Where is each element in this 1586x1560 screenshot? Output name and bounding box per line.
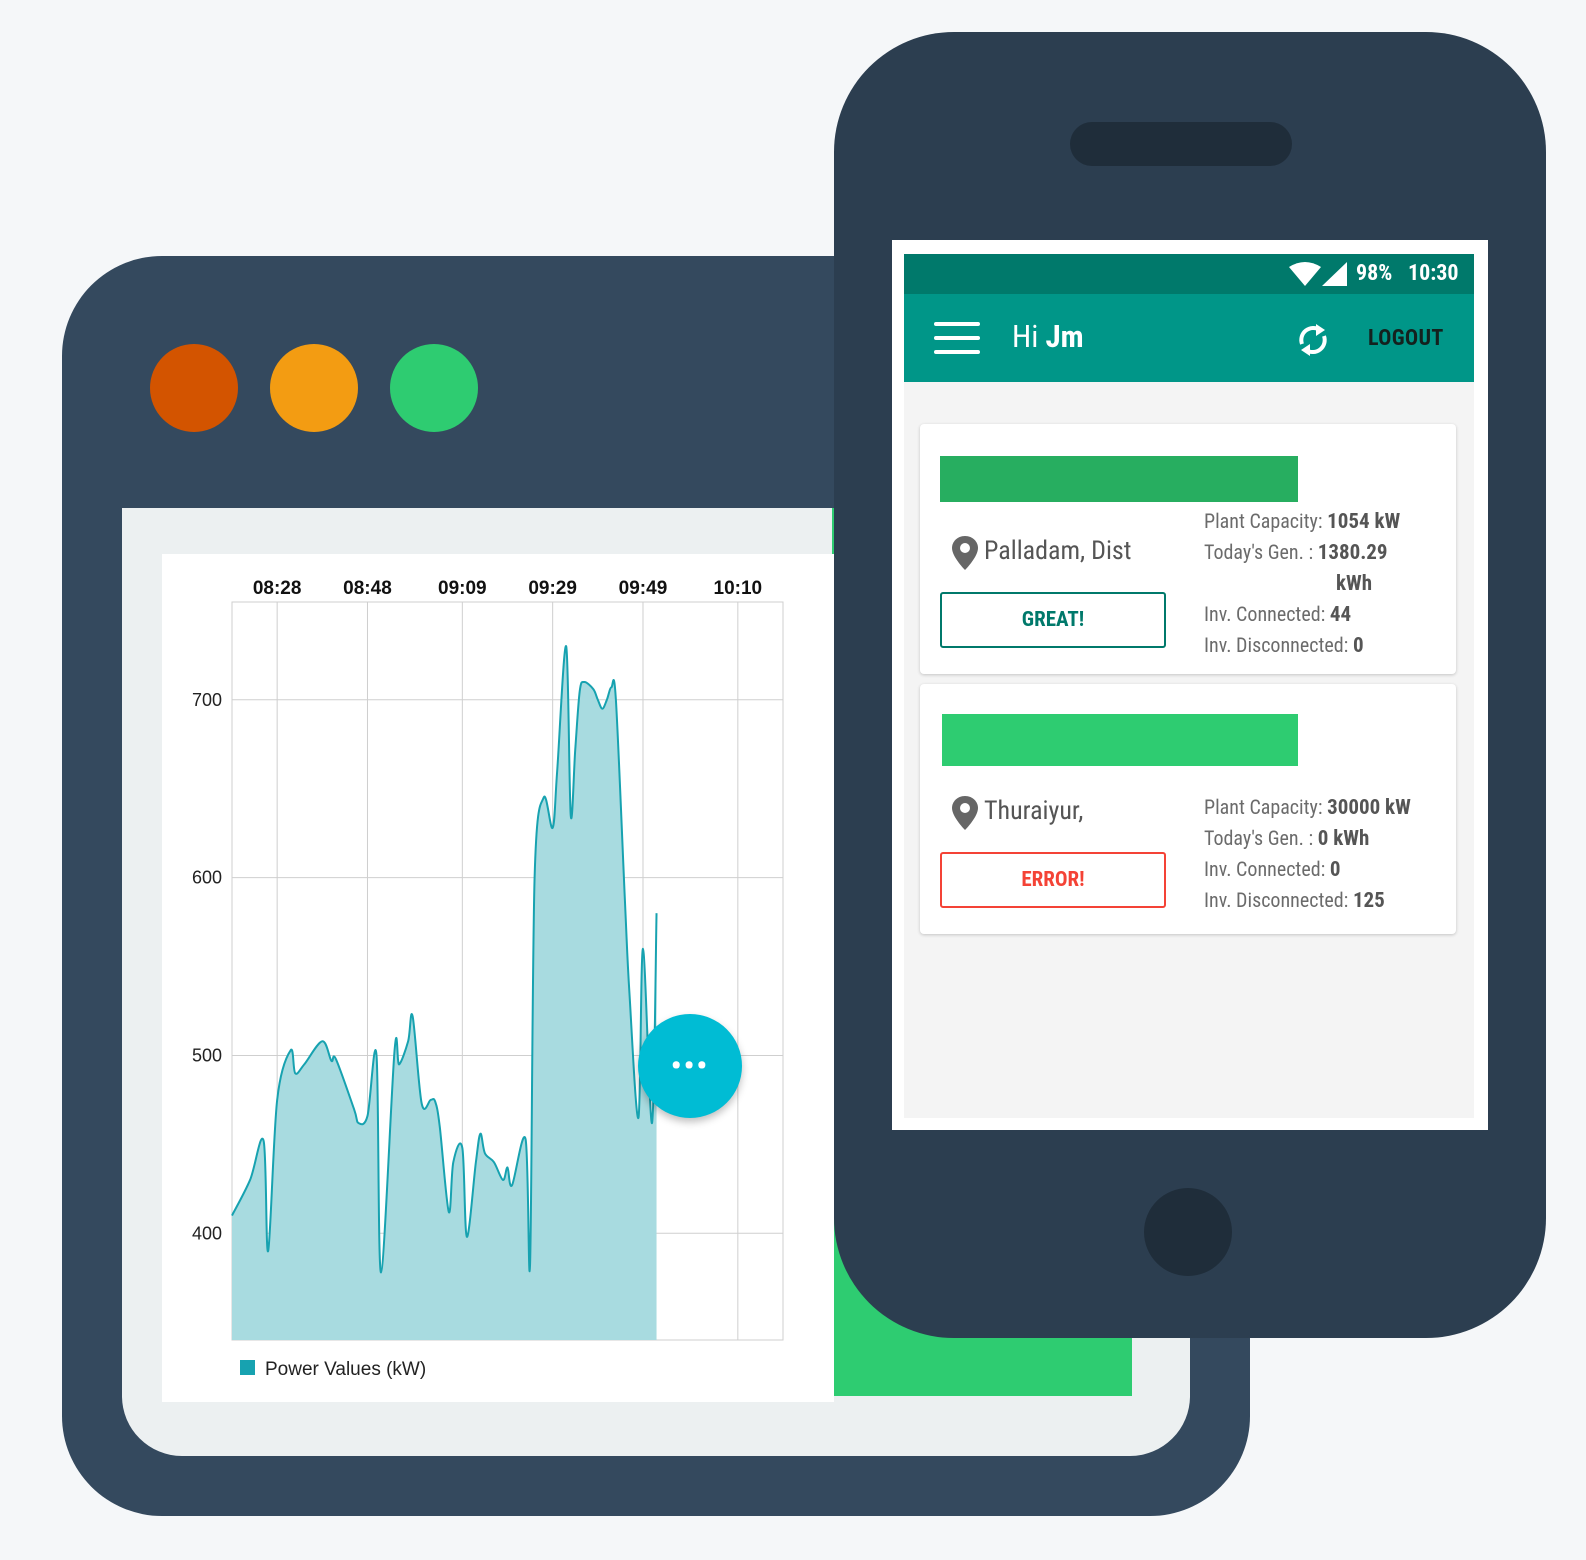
x-tick-label: 08:28	[253, 578, 302, 599]
capacity-label: Plant Capacity:	[1204, 795, 1323, 819]
capacity-label: Plant Capacity:	[1204, 509, 1323, 533]
wifi-icon	[1289, 262, 1321, 286]
phone-screen: 98% 10:30 Hi Jm LOGOUT Palladam, Dist GR…	[892, 240, 1488, 1130]
status-label: GREAT!	[1021, 608, 1085, 632]
plant-name-bar	[940, 456, 1298, 502]
plant-location: Thuraiyur,	[984, 796, 1084, 826]
connected-label: Inv. Connected:	[1204, 602, 1326, 626]
x-tick-label: 09:49	[619, 578, 668, 599]
connected-value: 44	[1329, 603, 1352, 627]
menu-icon[interactable]	[934, 322, 980, 356]
window-close-button[interactable]	[150, 344, 238, 432]
greeting: Hi Jm	[1012, 318, 1084, 355]
capacity-value: 1054 kW	[1327, 510, 1401, 534]
generation-value: 1380.29	[1317, 541, 1388, 565]
generation-unit: kWh	[1336, 572, 1373, 596]
legend-swatch	[240, 1360, 255, 1375]
x-tick-label: 08:48	[343, 578, 392, 599]
x-tick-label: 09:29	[528, 578, 577, 599]
app-bar: Hi Jm LOGOUT	[904, 294, 1474, 382]
plant-card[interactable]: Palladam, Dist GREAT! Plant Capacity: 10…	[920, 424, 1456, 674]
disconnected-label: Inv. Disconnected:	[1204, 633, 1349, 657]
app-container: 98% 10:30 Hi Jm LOGOUT Palladam, Dist GR…	[904, 254, 1474, 1118]
greeting-prefix: Hi	[1012, 318, 1039, 355]
status-bar: 98% 10:30	[904, 254, 1474, 294]
legend-label: Power Values (kW)	[265, 1359, 426, 1380]
generation-label: Today's Gen. :	[1204, 540, 1314, 564]
signal-icon	[1322, 262, 1347, 286]
y-tick-label: 500	[192, 1045, 222, 1065]
disconnected-label: Inv. Disconnected:	[1204, 888, 1349, 912]
power-area	[232, 646, 657, 1340]
x-tick-label: 09:09	[438, 578, 487, 599]
capacity-value: 30000 kW	[1327, 796, 1411, 820]
clock: 10:30	[1408, 261, 1459, 286]
plant-stats: Plant Capacity: 1054 kW Today's Gen. : 1…	[1204, 506, 1454, 661]
y-tick-label: 700	[192, 690, 222, 710]
battery-level: 98%	[1356, 261, 1393, 286]
power-chart-card: 400 500 600 700 08:28 08:48 09:09 09:29 09:49 10:…	[162, 554, 834, 1402]
more-horizontal-icon: •••	[670, 1048, 710, 1084]
location-pin-icon	[952, 536, 978, 570]
window-maximize-button[interactable]	[390, 344, 478, 432]
status-button[interactable]: ERROR!	[940, 852, 1166, 908]
user-name: Jm	[1045, 318, 1084, 355]
window-minimize-button[interactable]	[270, 344, 358, 432]
phone-speaker	[1070, 122, 1292, 166]
location-pin-icon	[952, 796, 978, 830]
plant-stats: Plant Capacity: 30000 kW Today's Gen. : …	[1204, 792, 1454, 916]
status-label: ERROR!	[1021, 868, 1085, 892]
refresh-icon[interactable]	[1296, 320, 1330, 360]
disconnected-value: 0	[1352, 634, 1364, 658]
x-tick-label: 10:10	[714, 578, 763, 599]
connected-label: Inv. Connected:	[1204, 857, 1326, 881]
phone-device: 98% 10:30 Hi Jm LOGOUT Palladam, Dist GR…	[834, 32, 1546, 1338]
y-tick-label: 400	[192, 1223, 222, 1243]
y-tick-label: 600	[192, 868, 222, 888]
generation-value: 0 kWh	[1317, 827, 1370, 851]
plant-card[interactable]: Thuraiyur, ERROR! Plant Capacity: 30000 …	[920, 684, 1456, 934]
logout-button[interactable]: LOGOUT	[1368, 326, 1444, 351]
plant-name-bar	[942, 714, 1298, 766]
connected-value: 0	[1329, 858, 1341, 882]
power-chart: 400 500 600 700 08:28 08:48 09:09 09:29 09:49 10:…	[192, 578, 784, 1380]
generation-label: Today's Gen. :	[1204, 826, 1314, 850]
status-button[interactable]: GREAT!	[940, 592, 1166, 648]
phone-home-button[interactable]	[1144, 1188, 1232, 1276]
disconnected-value: 125	[1352, 889, 1385, 913]
more-options-fab[interactable]: •••	[638, 1014, 742, 1118]
plant-location: Palladam, Dist	[984, 536, 1132, 566]
